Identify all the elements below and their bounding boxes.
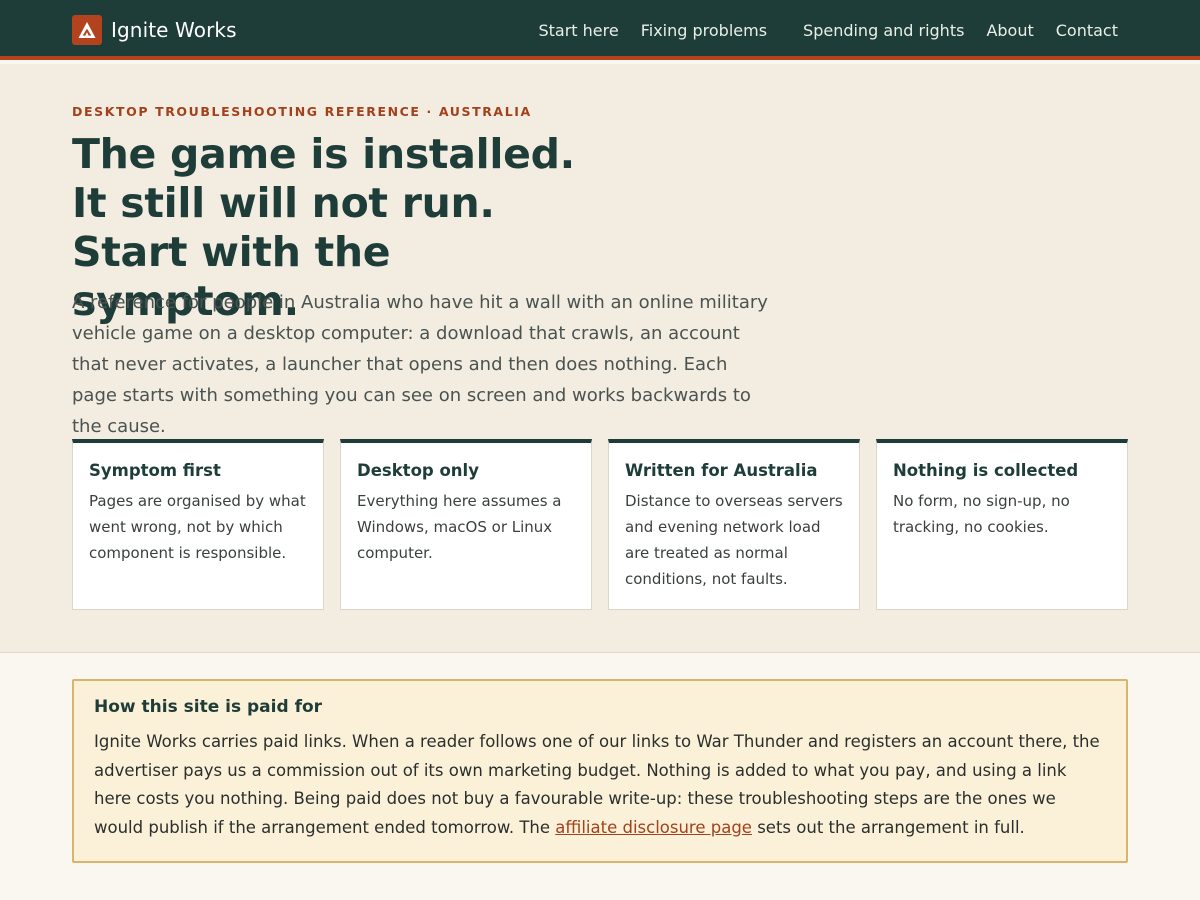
affiliate-notice: How this site is paid for Ignite Works c…	[72, 679, 1128, 863]
nav-start-here[interactable]: Start here	[538, 21, 618, 40]
flame-triangle-icon	[72, 15, 102, 45]
notice-body: Ignite Works carries paid links. When a …	[94, 728, 1106, 842]
card-body: Everything here assumes a Windows, macOS…	[357, 492, 562, 562]
nav-about[interactable]: About	[986, 21, 1033, 40]
hero-section: DESKTOP TROUBLESHOOTING REFERENCE · AUST…	[0, 64, 1200, 653]
notice-text-after: sets out the arrangement in full.	[751, 817, 1025, 837]
feature-card-symptom-first: Symptom first Pages are organised by wha…	[72, 439, 324, 610]
card-title: Written for Australia	[625, 461, 818, 480]
brand-home-link[interactable]: Ignite Works	[72, 15, 237, 45]
hero-lede: A reference for people in Australia who …	[72, 292, 768, 437]
card-body: Distance to overseas servers and evening…	[625, 492, 843, 588]
site-header: Ignite Works Start here Fixing problems …	[0, 0, 1200, 60]
card-title: Symptom first	[89, 461, 221, 480]
card-body: No form, no sign-up, no tracking, no coo…	[893, 492, 1070, 536]
brand-name: Ignite Works	[111, 18, 237, 42]
feature-card-desktop-only: Desktop only Everything here assumes a W…	[340, 439, 592, 610]
feature-cards: Symptom first Pages are organised by wha…	[72, 439, 1128, 610]
nav-spending-and-rights[interactable]: Spending and rights	[803, 21, 964, 40]
notice-title: How this site is paid for	[94, 697, 323, 717]
nav-fixing-problems[interactable]: Fixing problems	[641, 21, 767, 40]
card-title: Nothing is collected	[893, 461, 1079, 480]
nav-contact[interactable]: Contact	[1056, 21, 1118, 40]
feature-card-written-for-australia: Written for Australia Distance to overse…	[608, 439, 860, 610]
main-nav: Start here Fixing problems Spending and …	[516, 0, 1118, 60]
hero-eyebrow: DESKTOP TROUBLESHOOTING REFERENCE · AUST…	[72, 104, 532, 119]
affiliate-disclosure-link[interactable]: affiliate disclosure page	[555, 818, 752, 837]
card-body: Pages are organised by what went wrong, …	[89, 492, 306, 562]
card-title: Desktop only	[357, 461, 479, 480]
feature-card-nothing-collected: Nothing is collected No form, no sign-up…	[876, 439, 1128, 610]
